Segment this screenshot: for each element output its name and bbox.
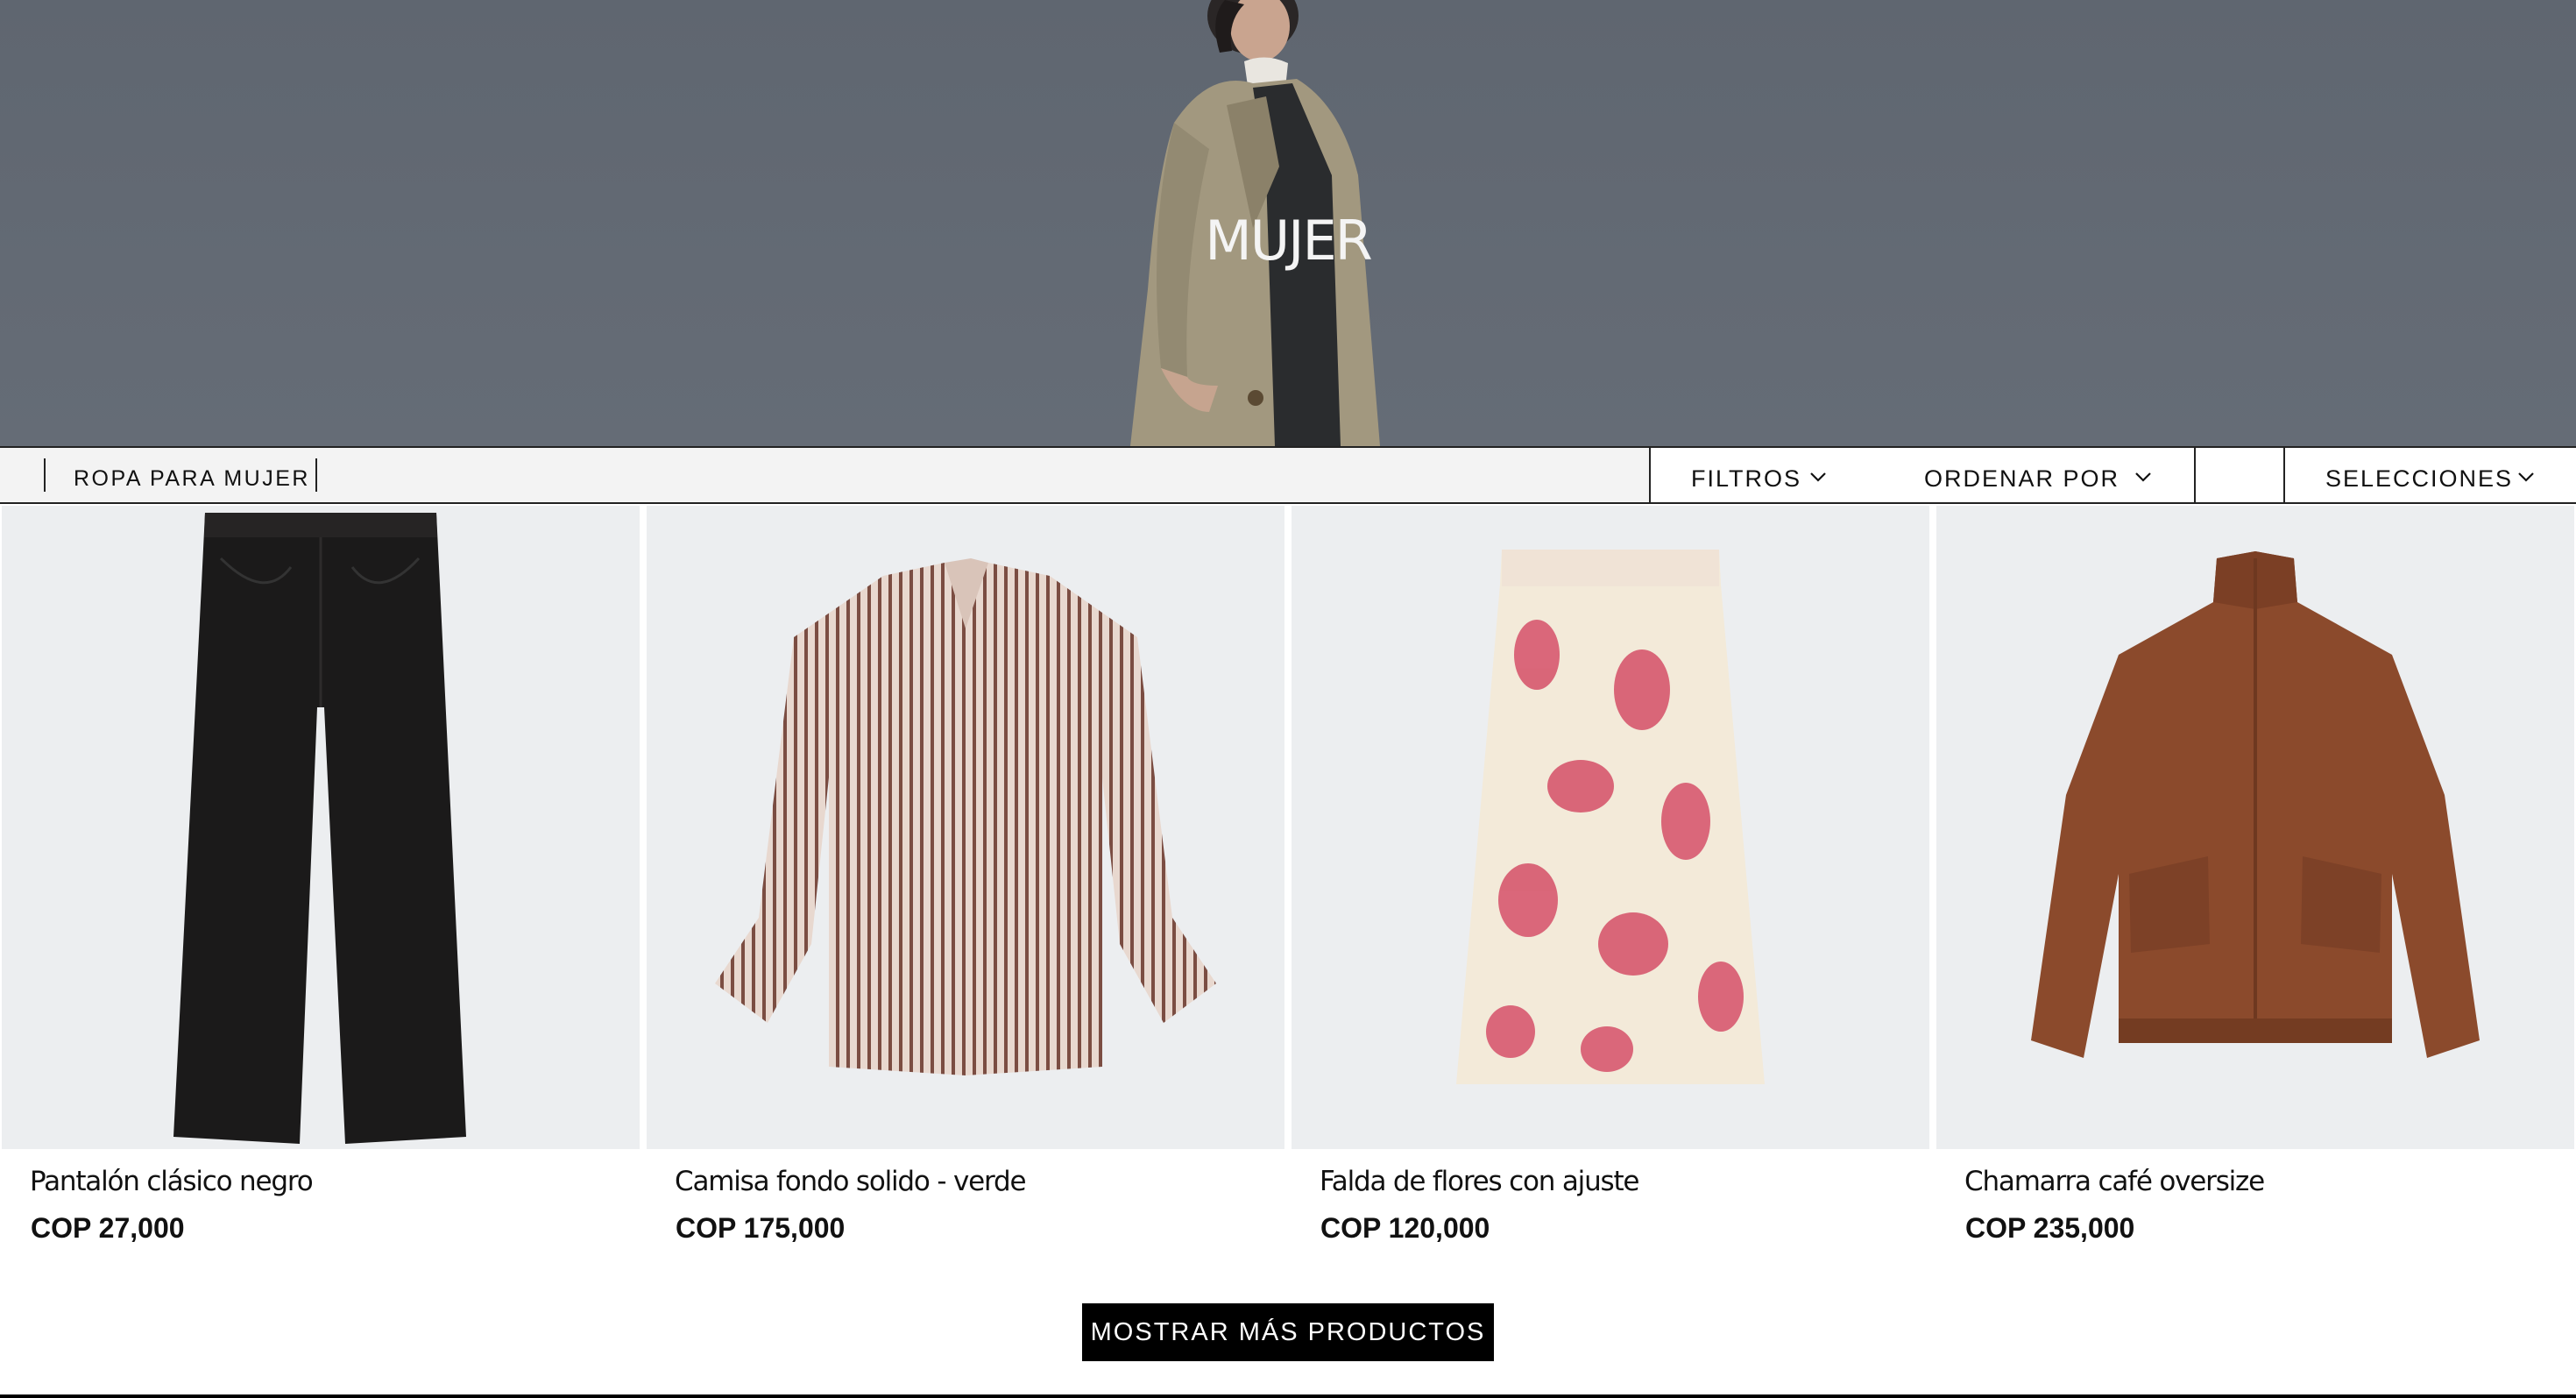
divider <box>44 458 46 492</box>
product-card[interactable]: Pantalón clásico negro COP 27,000 <box>2 506 640 1244</box>
product-image[interactable] <box>1292 506 1929 1149</box>
filter-toolbar: ROPA PARA MUJER FILTROS ORDENAR POR SELE… <box>0 446 2576 504</box>
product-price: COP 27,000 <box>31 1212 185 1244</box>
product-name[interactable]: Camisa fondo solido - verde <box>675 1166 1027 1197</box>
breadcrumb[interactable]: ROPA PARA MUJER <box>74 466 310 492</box>
product-card[interactable]: Falda de flores con ajuste COP 120,000 <box>1292 506 1929 1244</box>
product-name[interactable]: Falda de flores con ajuste <box>1320 1166 1640 1197</box>
sort-button[interactable]: ORDENAR POR <box>1924 465 2120 493</box>
hero-banner: MUJER <box>0 0 2576 446</box>
product-card[interactable]: Camisa fondo solido - verde COP 175,000 <box>647 506 1284 1244</box>
chevron-down-icon[interactable] <box>2516 467 2536 486</box>
product-price: COP 120,000 <box>1320 1212 1490 1244</box>
page-title: MUJER <box>1205 209 1372 273</box>
product-name[interactable]: Chamarra café oversize <box>1964 1166 2265 1197</box>
product-image[interactable] <box>1936 506 2574 1149</box>
chevron-down-icon[interactable] <box>1808 467 1828 486</box>
divider <box>2283 448 2285 502</box>
divider <box>315 458 317 492</box>
product-price: COP 175,000 <box>676 1212 846 1244</box>
product-card[interactable]: Chamarra café oversize COP 235,000 <box>1936 506 2574 1244</box>
product-image[interactable] <box>647 506 1284 1149</box>
selections-button[interactable]: SELECCIONES <box>2325 465 2513 493</box>
divider <box>1649 448 1651 502</box>
filters-button[interactable]: FILTROS <box>1691 465 1801 493</box>
chevron-down-icon[interactable] <box>2134 467 2153 486</box>
product-name[interactable]: Pantalón clásico negro <box>30 1166 314 1197</box>
show-more-products-button[interactable]: MOSTRAR MÁS PRODUCTOS <box>1082 1303 1494 1361</box>
page-bottom-border <box>0 1394 2576 1398</box>
product-price: COP 235,000 <box>1965 1212 2135 1244</box>
product-image[interactable] <box>2 506 640 1149</box>
divider <box>2194 448 2196 502</box>
